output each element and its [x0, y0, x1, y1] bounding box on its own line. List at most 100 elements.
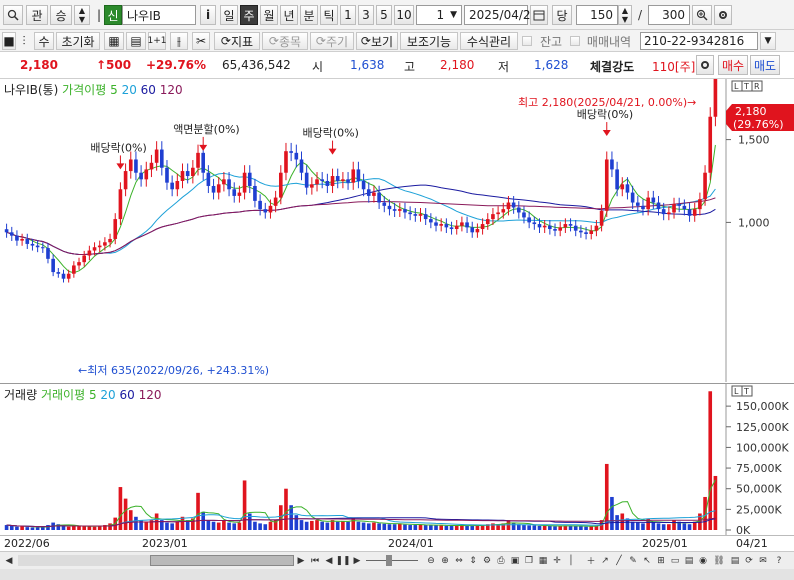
seung-button[interactable]: 승 — [50, 5, 72, 25]
copy-icon[interactable]: ❐ — [522, 554, 536, 567]
draw-tool-icon[interactable]: ✎ — [626, 554, 640, 567]
lock-icon[interactable]: ▤ — [728, 554, 742, 567]
zoom-out-icon[interactable]: ⊖ — [424, 554, 438, 567]
print-icon[interactable]: ⎙ — [494, 554, 508, 567]
indicator-button[interactable]: ⟳ 지표 — [214, 32, 260, 50]
pause-icon[interactable]: ❚❚ — [335, 554, 350, 567]
scissors-icon[interactable]: ✂ — [192, 32, 210, 50]
item-button[interactable]: ⟳ 종목 — [262, 32, 308, 50]
stock-name-input[interactable]: 나우IB — [122, 5, 196, 25]
play-next-icon[interactable]: ▶ — [350, 554, 364, 567]
price-chart-panel[interactable]: 나우IB(통) 가격이평 5 20 60 120 2,0001,5001,000… — [0, 79, 794, 382]
account-select[interactable]: 210-22-9342816 — [640, 32, 758, 50]
tab-tick[interactable]: 틱 — [320, 5, 338, 25]
help-icon[interactable]: ? — [772, 554, 786, 567]
gear-icon[interactable] — [714, 5, 732, 25]
gear-icon[interactable] — [696, 55, 714, 75]
date-input[interactable]: 2025/04/21 — [464, 5, 538, 25]
period-button[interactable]: ⟳ 주기 — [310, 32, 354, 50]
assist-button[interactable]: 보조기능 — [400, 32, 458, 50]
zoom-box-icon[interactable]: ⊞ — [654, 554, 668, 567]
history-checkbox[interactable] — [570, 36, 580, 46]
indicator-label: 지표 — [230, 34, 254, 49]
candle-body — [413, 214, 418, 216]
gwan-button[interactable]: 관 — [26, 5, 48, 25]
mail-icon[interactable]: ✉ — [756, 554, 770, 567]
tab-year[interactable]: 년 — [280, 5, 298, 25]
tab-week[interactable]: 주 — [240, 5, 258, 25]
scroll-thumb[interactable] — [150, 555, 294, 566]
split-icon[interactable]: ⫶ — [18, 32, 30, 50]
chevron-down-icon[interactable]: ▼ — [760, 32, 776, 50]
volume-bar — [610, 496, 614, 530]
crosshair-icon[interactable]: ✛ — [550, 554, 564, 567]
arrow-tool-icon[interactable]: ↗ — [598, 554, 612, 567]
interval-select[interactable]: 1 ▼ — [416, 5, 462, 25]
vertical-line-icon[interactable]: │ — [564, 554, 578, 567]
view-button[interactable]: ⟳ 보기 — [356, 32, 398, 50]
interval-1-button[interactable]: 1 — [340, 5, 356, 25]
camera-icon[interactable]: ◉ — [696, 554, 710, 567]
candle-icon[interactable]: ⫲ — [170, 32, 188, 50]
window-icon[interactable]: ▭ — [668, 554, 682, 567]
zoom-in-icon[interactable]: ⊕ — [438, 554, 452, 567]
updown-spinner-icon[interactable]: ▲ ▼ — [74, 5, 90, 25]
fit-height-icon[interactable]: ⇕ — [466, 554, 480, 567]
volume-bar — [661, 524, 666, 530]
candle-body — [635, 202, 640, 206]
speed-slider-thumb[interactable] — [386, 555, 392, 566]
interval-5-button[interactable]: 5 — [376, 5, 392, 25]
link-icon[interactable]: ⛓ — [712, 554, 726, 567]
settings-small-icon[interactable]: ⚙ — [480, 554, 494, 567]
tab-minute[interactable]: 분 — [300, 5, 318, 25]
total-input[interactable]: 300 — [648, 5, 690, 25]
volume-chart[interactable]: 150,000K 125,000K 100,000K 75,000K 50,000K 25… — [0, 384, 794, 536]
balance-checkbox[interactable] — [522, 36, 532, 46]
volume-bar — [444, 525, 449, 530]
scroll-left-icon[interactable]: ◀ — [2, 554, 16, 567]
interval-10-button[interactable]: 10 — [394, 5, 414, 25]
chart-scrollbar[interactable]: ◀ ▶ ⏮ ◀ ❚❚ ▶ ⊖ ⊕ ⇔ ⇕ ⚙ ⎙ ▣ ❐ ▦ ✛ │ ＋ ↗ ╱… — [0, 551, 794, 569]
sell-button[interactable]: 매도 — [750, 55, 780, 75]
tile-icon[interactable]: ▤ — [682, 554, 696, 567]
tab-day[interactable]: 일 — [220, 5, 238, 25]
panel-tags[interactable]: L T R — [731, 80, 763, 92]
table-icon[interactable]: ▤ — [126, 32, 146, 50]
one-plus-one-icon[interactable]: 1+1 — [148, 32, 167, 50]
play-first-icon[interactable]: ⏮ — [308, 554, 322, 567]
reset-button[interactable]: 초기화 — [56, 32, 100, 50]
refresh-icon[interactable]: ⟳ — [742, 554, 756, 567]
speed-slider-track[interactable] — [366, 560, 418, 561]
grid-icon[interactable]: ▦ — [104, 32, 124, 50]
save-icon[interactable]: ▣ — [508, 554, 522, 567]
candle-body — [30, 243, 35, 246]
fit-width-icon[interactable]: ⇔ — [452, 554, 466, 567]
scroll-right-icon[interactable]: ▶ — [294, 554, 308, 567]
volume-panel-tags[interactable]: L T — [731, 385, 753, 397]
info-button[interactable]: i — [200, 5, 216, 25]
pointer-icon[interactable]: ↖ — [640, 554, 654, 567]
zoom-plus-icon[interactable] — [692, 5, 712, 25]
price-chart[interactable]: 2,0001,5001,000 최고 2,180(2025/04/21, 0.0… — [0, 79, 794, 382]
dang-button[interactable]: 당 — [552, 5, 572, 25]
grid-toggle-icon[interactable]: ▦ — [536, 554, 550, 567]
add-icon[interactable]: ＋ — [584, 554, 598, 567]
interval-3-button[interactable]: 3 — [358, 5, 374, 25]
play-prev-icon[interactable]: ◀ — [322, 554, 336, 567]
chevron-down-icon: ▼ — [450, 10, 457, 20]
buy-button[interactable]: 매수 — [718, 55, 748, 75]
count-spinner-icon[interactable]: ▲ ▼ — [618, 5, 632, 25]
calendar-icon[interactable] — [530, 5, 548, 25]
tab-month[interactable]: 월 — [260, 5, 278, 25]
low-price: 1,628 — [534, 58, 569, 72]
su-button[interactable]: 수 — [34, 32, 54, 50]
menu-square-icon[interactable]: ■ — [2, 32, 16, 50]
search-icon[interactable] — [3, 5, 23, 25]
volume-bar — [470, 525, 475, 530]
line-tool-icon[interactable]: ╱ — [612, 554, 626, 567]
count-input[interactable]: 150 — [576, 5, 618, 25]
formula-button[interactable]: 수식관리 — [460, 32, 518, 50]
candle-body — [40, 247, 45, 249]
price-tag: 2,180 (29.76%) — [726, 104, 794, 131]
volume-chart-panel[interactable]: 거래량 거래이평 5 20 60 120 150,000K 125,000K 100… — [0, 383, 794, 536]
